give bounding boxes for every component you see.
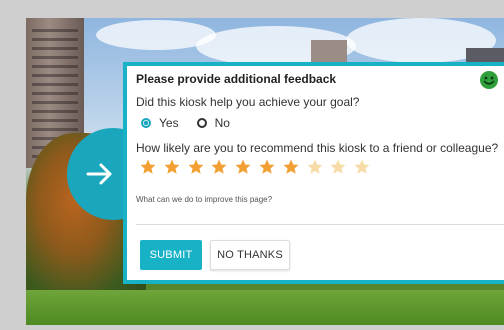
star-icon[interactable] (187, 158, 205, 176)
star-icon[interactable] (210, 158, 228, 176)
recommend-question: How likely are you to recommend this kio… (136, 141, 499, 155)
star-icon[interactable] (329, 158, 347, 176)
no-thanks-button[interactable]: NO THANKS (210, 240, 290, 270)
no-label: No (214, 116, 230, 130)
star-icon[interactable] (139, 158, 157, 176)
star-icon[interactable] (353, 158, 371, 176)
star-icon[interactable] (306, 158, 324, 176)
smiley-face-icon (480, 71, 498, 89)
star-icon[interactable] (258, 158, 276, 176)
goal-radio-group: Yes No (141, 116, 230, 130)
star-icon[interactable] (163, 158, 181, 176)
star-icon[interactable] (234, 158, 252, 176)
yes-radio[interactable] (141, 118, 151, 128)
yes-label: Yes (159, 116, 179, 130)
lawn (26, 290, 504, 325)
submit-button[interactable]: SUBMIT (140, 240, 202, 270)
improve-field-placeholder[interactable]: What can we do to improve this page? (136, 195, 272, 204)
feedback-title: Please provide additional feedback (136, 72, 337, 86)
right-arrow-icon (86, 163, 112, 185)
star-icon[interactable] (282, 158, 300, 176)
goal-question: Did this kiosk help you achieve your goa… (136, 95, 360, 109)
no-radio[interactable] (196, 118, 207, 128)
improve-field-underline (136, 224, 504, 225)
star-rating[interactable] (139, 158, 377, 176)
